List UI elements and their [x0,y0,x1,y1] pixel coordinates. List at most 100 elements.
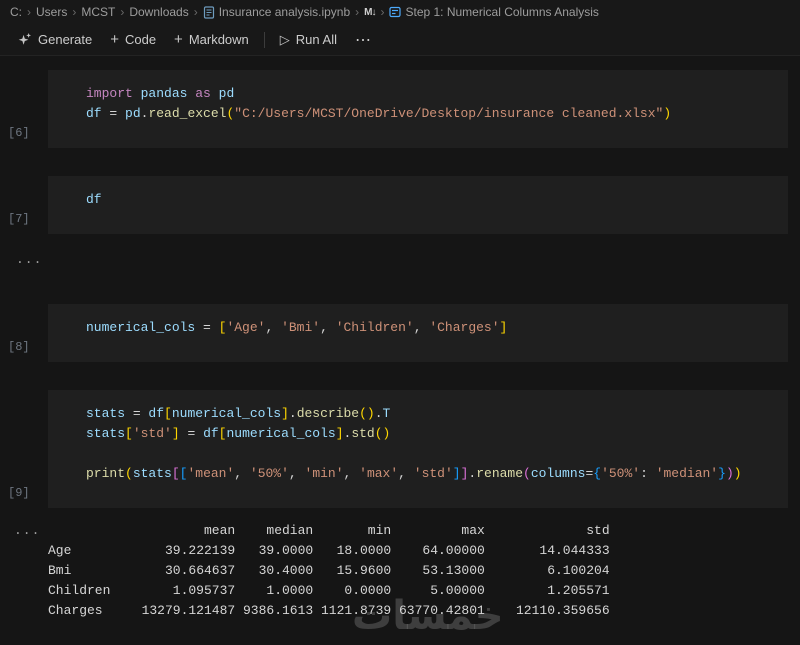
cell-code-editor[interactable]: df [48,176,788,234]
breadcrumb-item-mcst[interactable]: MCST [81,5,115,19]
code-token: 'min' [305,466,344,481]
code-line: df [86,190,772,210]
row-label: Bmi [48,561,126,581]
cell-value: 15.9600 [313,561,391,581]
code-token: [ [172,466,180,481]
execution-count: [8] [8,340,30,354]
code-token: rename [476,466,523,481]
notebook-cell: [7]df [0,176,788,234]
breadcrumb-separator: › [194,5,198,19]
add-code-label: Code [125,32,156,47]
add-code-button[interactable]: + Code [101,29,165,50]
code-token: , [320,320,336,335]
table-row: Age39.22213939.000018.000064.0000014.044… [48,541,800,561]
code-token: = [180,426,203,441]
code-token: stats [86,406,125,421]
code-token: [ [164,406,172,421]
code-token: pd [219,86,235,101]
cell-value: 14.044333 [485,541,610,561]
code-token: ( [125,466,133,481]
code-token: std [351,426,374,441]
row-label: Children [48,581,126,601]
cell-value: 12110.359656 [485,601,610,621]
add-markdown-label: Markdown [189,32,249,47]
breadcrumb-item-users[interactable]: Users [36,5,67,19]
code-token: () [375,426,391,441]
plus-icon: + [174,32,183,47]
code-token [133,86,141,101]
sparkle-icon [17,32,32,47]
code-token: ) [726,466,734,481]
cell-value: 64.00000 [391,541,485,561]
code-line: print(stats[['mean', '50%', 'min', 'max'… [86,464,772,484]
code-token: , [398,466,414,481]
plus-icon: + [110,32,119,47]
code-line: numerical_cols = ['Age', 'Bmi', 'Childre… [86,318,772,338]
cell-code-editor[interactable]: numerical_cols = ['Age', 'Bmi', 'Childre… [48,304,788,362]
code-line [86,444,772,464]
output-area: ... meanmedianminmaxstdAge39.22213939.00… [0,521,800,621]
cell-value: 1.095737 [126,581,235,601]
breadcrumb-item-downloads[interactable]: Downloads [129,5,188,19]
row-label: Age [48,541,126,561]
code-token: 'max' [359,466,398,481]
code-token: ( [523,466,531,481]
section-title: Step 1: Numerical Columns Analysis [405,5,598,19]
run-all-button[interactable]: ▷ Run All [271,29,346,51]
code-token: } [718,466,726,481]
cell-value: 30.4000 [235,561,313,581]
cell-code-editor[interactable]: import pandas as pddf = pd.read_excel("C… [48,70,788,148]
code-token: as [195,86,211,101]
add-markdown-button[interactable]: + Markdown [165,29,258,50]
collapsed-output-indicator[interactable]: ... [0,252,800,272]
code-token: ] [172,426,180,441]
markdown-cell-icon[interactable]: M↓ [364,7,375,18]
code-token: ] [336,426,344,441]
code-token: ] [453,466,461,481]
code-token: numerical_cols [172,406,281,421]
output-collapsed-indicator[interactable]: ... [14,523,40,538]
code-token: : [640,466,656,481]
code-token: , [234,466,250,481]
cell-code-editor[interactable]: stats = df[numerical_cols].describe().Ts… [48,390,788,508]
cell-value: 13279.121487 [126,601,235,621]
table-row: Charges13279.1214879386.16131121.8739637… [48,601,800,621]
column-header: mean [126,521,235,541]
code-line: df = pd.read_excel("C:/Users/MCST/OneDri… [86,104,772,124]
column-header: min [313,521,391,541]
breadcrumb-separator: › [380,5,384,19]
breadcrumb-item-file[interactable]: Insurance analysis.ipynb [203,5,350,19]
run-all-icon: ▷ [280,32,290,48]
section-symbol-icon [389,6,401,18]
code-token: 'std' [133,426,172,441]
code-token: numerical_cols [226,426,335,441]
code-token: '50%' [601,466,640,481]
breadcrumb-item-section[interactable]: Step 1: Numerical Columns Analysis [389,5,598,19]
code-token: 'Charges' [429,320,499,335]
code-token: pandas [141,86,188,101]
generate-button[interactable]: Generate [8,29,101,50]
code-token: read_excel [148,106,226,121]
breadcrumb-item-drive[interactable]: C: [10,5,22,19]
execution-count: [6] [8,126,30,140]
vscode-notebook-window: C: › Users › MCST › Downloads › Insuranc… [0,0,800,621]
code-token: stats [86,426,125,441]
code-token: ] [281,406,289,421]
cell-value: 63770.42801 [391,601,485,621]
cell-value: 39.222139 [126,541,235,561]
code-token: '50%' [250,466,289,481]
code-token: [ [125,426,133,441]
code-token: print [86,466,125,481]
code-line: stats['std'] = df[numerical_cols].std() [86,424,772,444]
notebook-file-icon [203,6,215,19]
column-header: std [485,521,610,541]
code-line: import pandas as pd [86,84,772,104]
code-token: ) [734,466,742,481]
code-token: numerical_cols [86,320,195,335]
more-actions-button[interactable]: ⋯ [346,27,381,53]
cell-value: 9386.1613 [235,601,313,621]
code-token: 'std' [414,466,453,481]
breadcrumb-separator: › [27,5,31,19]
code-token: 'mean' [187,466,234,481]
breadcrumb: C: › Users › MCST › Downloads › Insuranc… [0,0,800,24]
